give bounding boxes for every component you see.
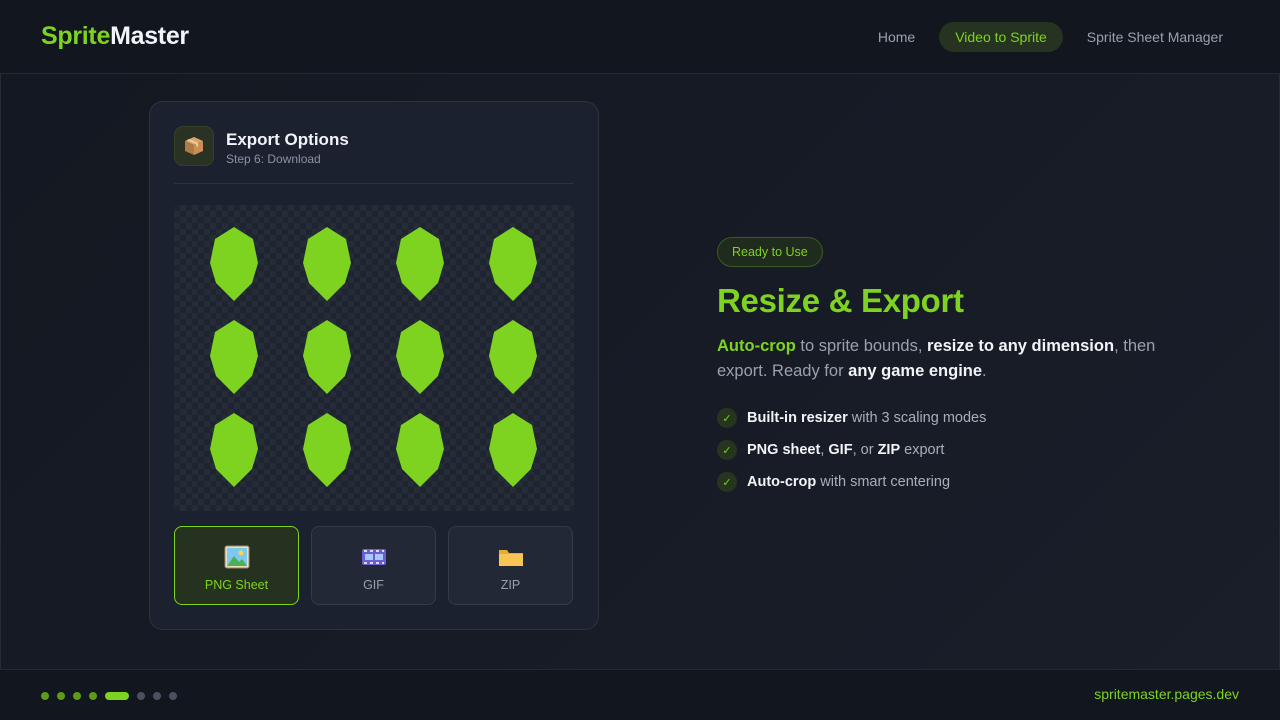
description: Auto-crop to sprite bounds, resize to an…	[717, 334, 1197, 384]
export-zip-label: ZIP	[500, 578, 521, 592]
desc-game-engine: any game engine	[848, 362, 983, 380]
folder-icon	[498, 545, 524, 569]
sprite-frame	[487, 225, 539, 303]
export-options-card: Export Options Step 6: Download PNG Shee…	[149, 101, 599, 630]
export-gif-button[interactable]: GIF	[311, 526, 436, 605]
image-icon	[224, 545, 250, 569]
sprite-frame	[301, 225, 353, 303]
feature-text: Auto-crop with smart centering	[747, 474, 950, 490]
sprite-frame	[208, 318, 260, 396]
desc-autocrop: Auto-crop	[717, 337, 796, 355]
step-dot[interactable]	[73, 692, 81, 700]
check-icon: ✓	[717, 440, 737, 460]
card-title: Export Options	[226, 130, 349, 149]
check-icon: ✓	[717, 472, 737, 492]
export-gif-label: GIF	[363, 578, 384, 592]
nav-home[interactable]: Home	[862, 22, 931, 52]
feature-bold-zip: ZIP	[877, 442, 901, 458]
feature-item: ✓ PNG sheet, GIF, or ZIP export	[717, 440, 944, 460]
film-icon	[361, 545, 387, 569]
headline: Resize & Export	[717, 282, 964, 319]
main-nav: Home Video to Sprite Sprite Sheet Manage…	[862, 22, 1239, 52]
feature-rest: with smart centering	[816, 474, 951, 490]
feature-bold: Built-in resizer	[747, 410, 848, 426]
feature-text: Built-in resizer with 3 scaling modes	[747, 410, 986, 426]
step-dot[interactable]	[137, 692, 145, 700]
feature-rest: export	[900, 442, 945, 458]
nav-sprite-sheet-manager[interactable]: Sprite Sheet Manager	[1071, 22, 1239, 52]
nav-video-to-sprite[interactable]: Video to Sprite	[939, 22, 1063, 52]
sprite-frame	[394, 318, 446, 396]
step-dot[interactable]	[153, 692, 161, 700]
card-subtitle: Step 6: Download	[226, 152, 321, 166]
feature-bold: Auto-crop	[747, 474, 817, 490]
step-dot[interactable]	[41, 692, 49, 700]
feature-text: PNG sheet, GIF, or ZIP export	[747, 442, 944, 458]
sprite-frame	[301, 318, 353, 396]
feature-sep: , or	[852, 442, 878, 458]
export-png-sheet-button[interactable]: PNG Sheet	[174, 526, 299, 605]
sprite-frame	[487, 318, 539, 396]
feature-item: ✓ Built-in resizer with 3 scaling modes	[717, 408, 986, 428]
package-icon	[174, 126, 214, 166]
header: SpriteMaster Home Video to Sprite Sprite…	[0, 0, 1280, 74]
step-dot[interactable]	[57, 692, 65, 700]
desc-text-1: to sprite bounds,	[795, 337, 927, 355]
export-png-sheet-label: PNG Sheet	[204, 578, 269, 592]
sprite-sheet-preview	[174, 205, 574, 511]
desc-text-3: .	[982, 362, 987, 380]
sprite-frame	[208, 411, 260, 489]
feature-bold-png: PNG sheet	[747, 442, 821, 458]
feature-rest: with 3 scaling modes	[847, 410, 987, 426]
card-header: Export Options Step 6: Download	[174, 126, 574, 184]
logo[interactable]: SpriteMaster	[41, 22, 189, 51]
sprite-frame	[394, 225, 446, 303]
footer: spritemaster.pages.dev	[0, 669, 1280, 720]
sprite-frame	[301, 411, 353, 489]
feature-bold-gif: GIF	[828, 442, 853, 458]
site-link[interactable]: spritemaster.pages.dev	[1094, 686, 1239, 702]
sprite-frame	[487, 411, 539, 489]
sprite-frame	[208, 225, 260, 303]
export-zip-button[interactable]: ZIP	[448, 526, 573, 605]
step-dot[interactable]	[89, 692, 97, 700]
feature-item: ✓ Auto-crop with smart centering	[717, 472, 950, 492]
sprite-frame	[394, 411, 446, 489]
check-icon: ✓	[717, 408, 737, 428]
step-dot[interactable]	[169, 692, 177, 700]
logo-text-master: Master	[110, 22, 189, 50]
step-progress	[41, 692, 177, 700]
desc-resize: resize to any dimension	[927, 337, 1115, 355]
ready-badge: Ready to Use	[717, 237, 823, 267]
step-dot[interactable]	[105, 692, 129, 700]
logo-text-sprite: Sprite	[41, 22, 111, 50]
